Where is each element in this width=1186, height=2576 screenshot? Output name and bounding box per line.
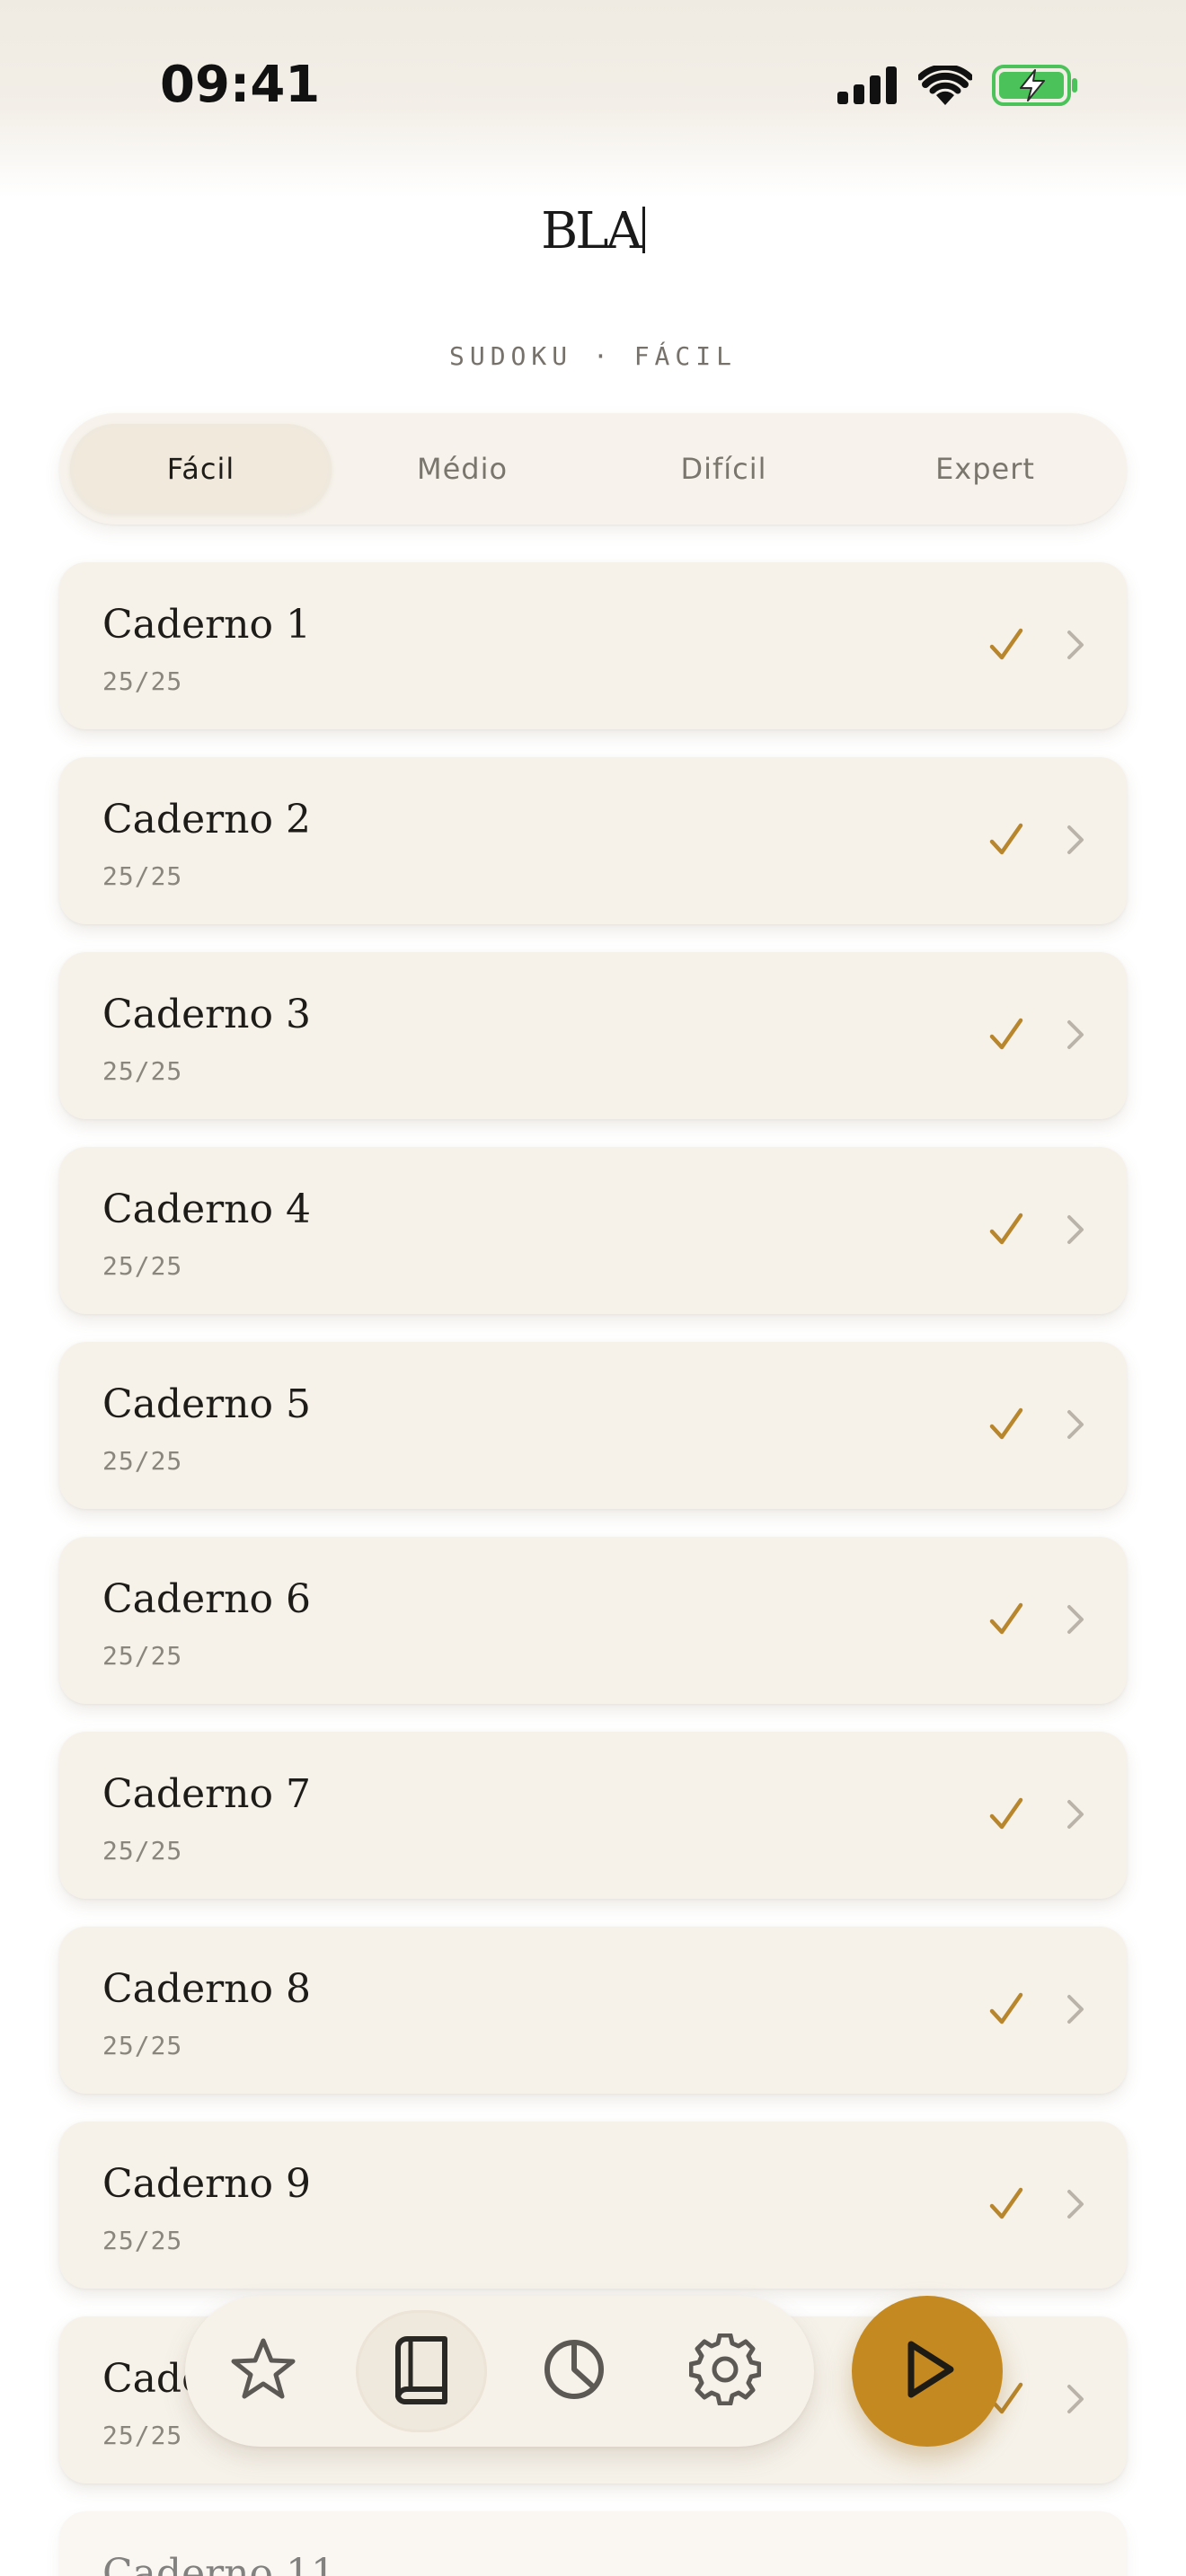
notebook-title: Caderno 3	[102, 992, 311, 1037]
notebook-progress: 25/25	[102, 666, 183, 696]
notebook-title: Caderno 11	[102, 2551, 336, 2576]
notebook-title: Caderno 9	[102, 2161, 311, 2207]
chevron-right-icon	[1064, 1796, 1087, 1832]
difficulty-tabs: Fácil Médio Difícil Expert	[59, 413, 1127, 525]
chevron-right-icon	[1064, 1017, 1087, 1053]
notebook-progress: 25/25	[102, 2226, 183, 2255]
nav-settings[interactable]	[659, 2310, 791, 2432]
checkmark-icon	[987, 820, 1026, 860]
notebook-card[interactable]: Caderno 4 25/25	[59, 1147, 1127, 1314]
notebook-progress: 25/25	[102, 2421, 183, 2450]
status-bar: 09:41	[0, 0, 1186, 198]
star-icon	[227, 2333, 299, 2409]
checkmark-icon	[987, 625, 1026, 665]
bottom-nav-bar	[185, 2296, 814, 2447]
checkmark-icon	[987, 2184, 1026, 2224]
notebook-card[interactable]: Caderno 7 25/25	[59, 1732, 1127, 1899]
tab-expert[interactable]: Expert	[854, 424, 1116, 514]
checkmark-icon	[987, 1015, 1026, 1054]
notebook-card[interactable]: Caderno 11	[59, 2511, 1127, 2576]
status-icons	[837, 64, 1078, 110]
gear-icon	[688, 2333, 762, 2409]
notebook-title: Caderno 7	[102, 1771, 311, 1817]
nav-favorites[interactable]	[198, 2310, 329, 2432]
notebook-progress: 25/25	[102, 1836, 183, 1866]
notebook-card[interactable]: Caderno 3 25/25	[59, 952, 1127, 1119]
checkmark-icon	[987, 1795, 1026, 1834]
chevron-right-icon	[1064, 627, 1087, 663]
notebook-card[interactable]: Caderno 9 25/25	[59, 2122, 1127, 2289]
app-logo: BLA	[0, 202, 1186, 260]
notebook-progress: 25/25	[102, 861, 183, 891]
notebook-progress: 25/25	[102, 1446, 183, 1476]
notebook-title: Caderno 4	[102, 1187, 311, 1232]
notebook-title: Caderno 6	[102, 1576, 311, 1622]
wifi-icon	[916, 64, 974, 109]
chevron-right-icon	[1064, 2186, 1087, 2222]
play-icon	[891, 2333, 963, 2409]
notebook-title: Caderno 2	[102, 797, 311, 842]
notebook-card[interactable]: Caderno 8 25/25	[59, 1927, 1127, 2094]
logo-text: BLA	[541, 202, 642, 260]
notebook-progress: 25/25	[102, 1056, 183, 1086]
notebook-card[interactable]: Caderno 6 25/25	[59, 1537, 1127, 1704]
tab-facil[interactable]: Fácil	[70, 424, 332, 514]
notebook-title: Caderno 8	[102, 1966, 311, 2012]
status-time: 09:41	[160, 56, 321, 114]
notebook-card[interactable]: Caderno 1 25/25	[59, 562, 1127, 729]
checkmark-icon	[987, 1210, 1026, 1249]
tab-dificil[interactable]: Difícil	[593, 424, 854, 514]
chevron-right-icon	[1064, 1991, 1087, 2027]
battery-charging-icon	[992, 65, 1078, 110]
chevron-right-icon	[1064, 1601, 1087, 1637]
book-icon	[385, 2333, 457, 2409]
nav-notebooks[interactable]	[356, 2310, 487, 2432]
nav-statistics[interactable]	[509, 2310, 640, 2432]
notebook-progress: 25/25	[102, 2031, 183, 2060]
notebook-progress: 25/25	[102, 1251, 183, 1281]
notebook-progress: 25/25	[102, 1641, 183, 1671]
checkmark-icon	[987, 1405, 1026, 1444]
notebook-title: Caderno 1	[102, 602, 311, 648]
play-button[interactable]	[852, 2296, 1003, 2447]
checkmark-icon	[987, 1989, 1026, 2029]
chevron-right-icon	[1064, 822, 1087, 858]
notebook-card[interactable]: Caderno 2 25/25	[59, 757, 1127, 924]
logo-cursor	[642, 207, 645, 253]
section-label: SUDOKU · FÁCIL	[448, 341, 737, 371]
chevron-right-icon	[1064, 2381, 1087, 2417]
checkmark-icon	[987, 1600, 1026, 1639]
chevron-right-icon	[1064, 1212, 1087, 1248]
notebook-card[interactable]: Caderno 5 25/25	[59, 1342, 1127, 1509]
tab-medio[interactable]: Médio	[332, 424, 593, 514]
stats-pie-icon	[538, 2333, 610, 2409]
chevron-right-icon	[1064, 1407, 1087, 1442]
notebook-title: Caderno 5	[102, 1381, 311, 1427]
signal-icon	[837, 66, 898, 108]
